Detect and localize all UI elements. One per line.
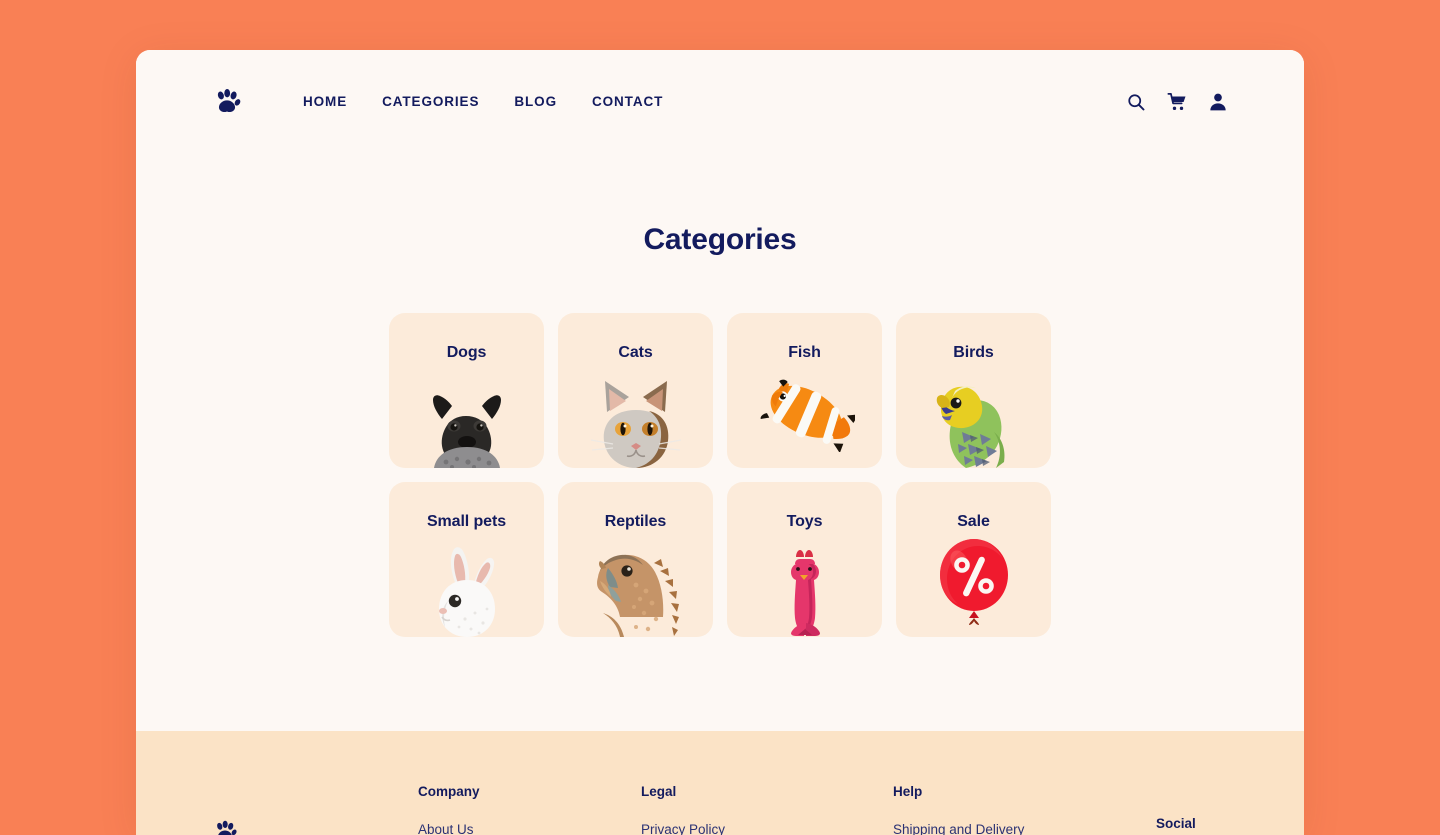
category-card-label: Small pets — [426, 513, 507, 530]
category-card-label: Fish — [788, 344, 821, 361]
nav-item-blog[interactable]: BLOG — [514, 94, 557, 109]
rubber-chicken-toy-image — [727, 542, 882, 637]
category-card-label: Cats — [618, 344, 653, 361]
clownfish-image — [727, 373, 882, 468]
footer-link-shipping-and-delivery[interactable]: Shipping and Delivery — [893, 822, 1024, 835]
paw-print-icon[interactable] — [212, 819, 238, 835]
main-content: Categories Dogs Cats Fish Birds Small pe… — [136, 153, 1304, 731]
category-card-label: Birds — [953, 344, 994, 361]
footer-column-help: Help Shipping and Delivery — [893, 784, 1024, 835]
footer-heading: Company — [418, 784, 480, 799]
nav-item-categories[interactable]: CATEGORIES — [382, 94, 479, 109]
category-card-label: Sale — [957, 513, 990, 530]
category-card-toys[interactable]: Toys — [727, 482, 882, 637]
red-percent-balloon-image — [896, 539, 1051, 637]
budgie-parakeet-image — [896, 373, 1051, 468]
category-card-birds[interactable]: Birds — [896, 313, 1051, 468]
footer-column-social: Social — [1156, 816, 1196, 835]
search-icon[interactable] — [1126, 92, 1146, 112]
site-header: HOME CATEGORIES BLOG CONTACT — [136, 50, 1304, 197]
category-card-small-pets[interactable]: Small pets — [389, 482, 544, 637]
shopping-cart-icon[interactable] — [1167, 92, 1187, 112]
header-actions — [1126, 92, 1228, 112]
category-card-label: Dogs — [446, 344, 487, 361]
bearded-dragon-image — [558, 542, 713, 637]
category-card-dogs[interactable]: Dogs — [389, 313, 544, 468]
footer-link-privacy-policy[interactable]: Privacy Policy — [641, 822, 725, 835]
category-card-sale[interactable]: Sale — [896, 482, 1051, 637]
footer-heading: Social — [1156, 816, 1196, 831]
category-grid: Dogs Cats Fish Birds Small pets Reptiles… — [389, 313, 1051, 637]
grey-cat-image — [558, 373, 713, 468]
white-rabbit-image — [389, 542, 544, 637]
nav-item-home[interactable]: HOME — [303, 94, 347, 109]
user-account-icon[interactable] — [1208, 92, 1228, 112]
site-page-frame: HOME CATEGORIES BLOG CONTACT Categories … — [136, 50, 1304, 835]
footer-link-about-us[interactable]: About Us — [418, 822, 480, 835]
nav-item-contact[interactable]: CONTACT — [592, 94, 663, 109]
footer-heading: Legal — [641, 784, 677, 799]
category-card-fish[interactable]: Fish — [727, 313, 882, 468]
paw-print-icon[interactable] — [212, 87, 242, 117]
category-card-cats[interactable]: Cats — [558, 313, 713, 468]
page-title: Categories — [643, 223, 797, 256]
main-navigation: HOME CATEGORIES BLOG CONTACT — [303, 94, 663, 109]
footer-column-company: Company About Us — [418, 784, 480, 835]
category-card-reptiles[interactable]: Reptiles — [558, 482, 713, 637]
category-card-label: Reptiles — [604, 513, 667, 530]
footer-column-legal: Legal Privacy Policy — [641, 784, 725, 835]
footer-heading: Help — [893, 784, 923, 799]
header-inner: HOME CATEGORIES BLOG CONTACT — [212, 50, 1228, 153]
pug-dog-image — [389, 373, 544, 468]
category-card-label: Toys — [786, 513, 823, 530]
site-footer: Company About Us Legal Privacy Policy He… — [136, 731, 1304, 835]
